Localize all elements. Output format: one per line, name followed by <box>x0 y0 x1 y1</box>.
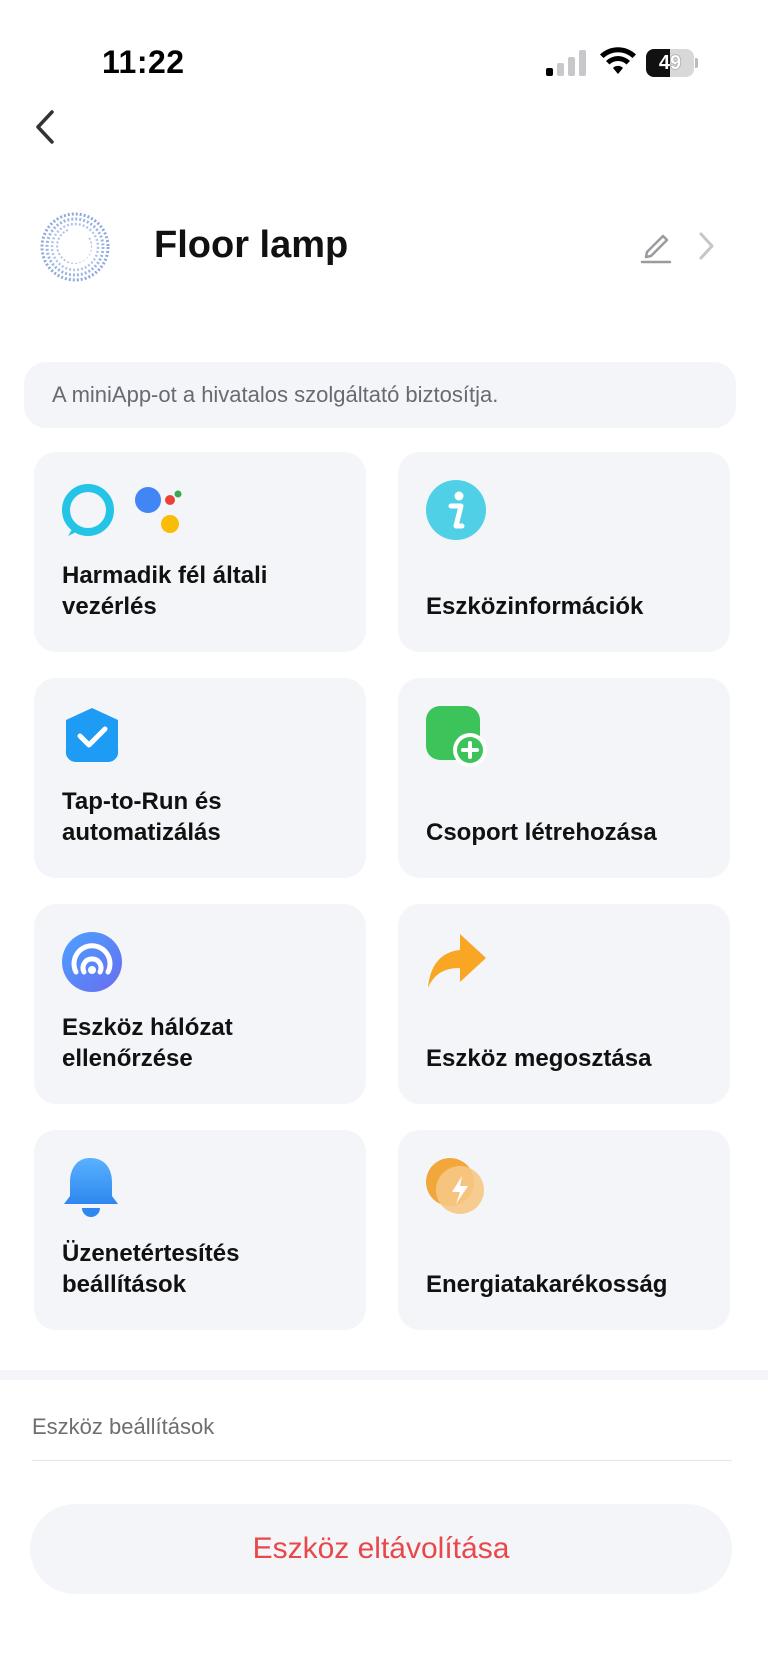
chevron-left-icon <box>36 110 54 144</box>
cellular-signal-icon <box>546 50 586 76</box>
card-label: Harmadik fél általi vezérlés <box>62 562 268 620</box>
card-third-party-control[interactable]: Harmadik fél általi vezérlés <box>34 452 366 652</box>
status-time: 11:22 <box>102 44 185 80</box>
device-header: Floor lamp <box>0 196 768 296</box>
signal-check-icon <box>62 932 122 992</box>
section-divider <box>0 1370 768 1380</box>
lamp-device-icon <box>40 212 110 282</box>
edit-name-button[interactable] <box>636 226 676 266</box>
card-share-device[interactable]: Eszköz megosztása <box>398 904 730 1104</box>
shield-check-icon <box>65 708 119 763</box>
miniapp-notice: A miniApp-ot a hivatalos szolgáltató biz… <box>24 362 736 428</box>
battery-level: 49 <box>658 52 682 74</box>
card-tap-to-run[interactable]: Tap-to-Run és automatizálás <box>34 678 366 878</box>
device-detail-button[interactable] <box>692 228 720 264</box>
alexa-google-assistant-icon <box>62 484 182 536</box>
card-energy-saving[interactable]: Energiatakarékosság <box>398 1130 730 1330</box>
card-device-info[interactable]: Eszközinformációk <box>398 452 730 652</box>
chevron-right-icon <box>699 232 714 260</box>
share-arrow-icon <box>428 934 486 988</box>
card-network-check[interactable]: Eszköz hálózat ellenőrzése <box>34 904 366 1104</box>
card-label: Eszköz megosztása <box>426 1045 652 1072</box>
wifi-icon <box>600 47 636 74</box>
card-label: Eszközinformációk <box>426 593 644 620</box>
notice-text: A miniApp-ot a hivatalos szolgáltató biz… <box>52 382 499 407</box>
back-button[interactable] <box>26 100 70 154</box>
card-label: Csoport létrehozása <box>426 819 657 846</box>
info-icon <box>426 480 486 540</box>
pencil-icon <box>640 234 672 264</box>
remove-device-label: Eszköz eltávolítása <box>252 1532 510 1565</box>
remove-device-button[interactable]: Eszköz eltávolítása <box>30 1504 732 1594</box>
bell-icon <box>64 1158 118 1217</box>
device-settings-label: Eszköz beállítások <box>32 1414 215 1439</box>
energy-icon <box>426 1158 484 1214</box>
card-label: Energiatakarékosság <box>426 1271 668 1298</box>
group-add-icon <box>426 706 487 767</box>
battery-icon: 49 <box>646 49 698 77</box>
divider-line <box>32 1460 732 1461</box>
card-create-group[interactable]: Csoport létrehozása <box>398 678 730 878</box>
card-notification-settings[interactable]: Üzenetértesítés beállítások <box>34 1130 366 1330</box>
card-label: Üzenetértesítés beállítások <box>62 1240 240 1298</box>
device-settings-row[interactable]: Eszköz beállítások <box>0 1390 768 1462</box>
status-bar: 11:22 49 <box>0 0 768 110</box>
card-label: Tap-to-Run és automatizálás <box>62 788 222 846</box>
device-name: Floor lamp <box>154 224 349 266</box>
card-label: Eszköz hálózat ellenőrzése <box>62 1014 233 1072</box>
